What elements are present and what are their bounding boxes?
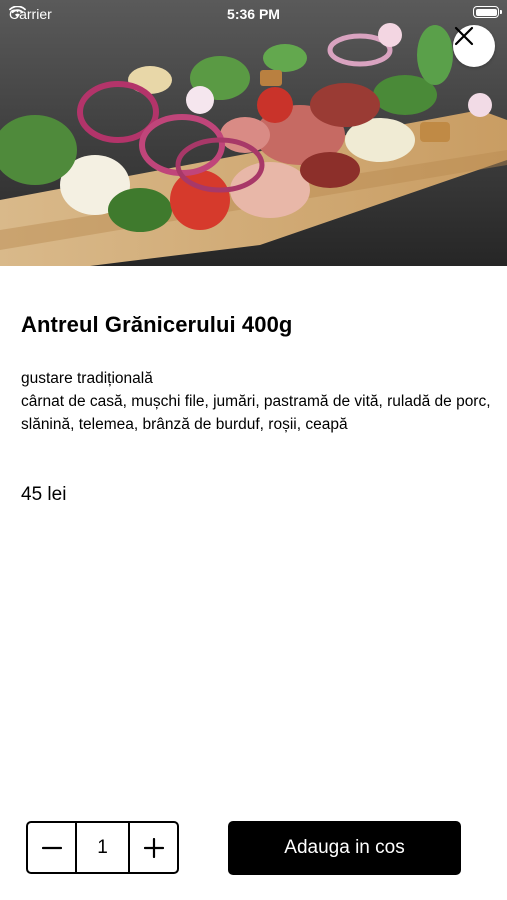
close-button[interactable] xyxy=(453,25,495,67)
product-image: Carrier 5:36 PM xyxy=(0,0,507,266)
close-icon xyxy=(454,26,474,46)
battery-icon xyxy=(473,6,502,18)
quantity-value: 1 xyxy=(75,823,130,872)
product-price: 45 lei xyxy=(21,484,67,505)
battery-level xyxy=(475,8,497,16)
plus-icon xyxy=(143,837,164,858)
product-title: Antreul Grănicerului 400g xyxy=(21,312,293,337)
decrement-button[interactable] xyxy=(28,823,75,872)
add-to-cart-label: Adauga in cos xyxy=(284,837,405,858)
increment-button[interactable] xyxy=(130,823,177,872)
status-bar: Carrier 5:36 PM xyxy=(0,0,507,28)
status-time: 5:36 PM xyxy=(227,6,280,22)
minus-icon xyxy=(41,846,62,849)
quantity-stepper: 1 xyxy=(26,821,179,874)
product-subtitle: gustare tradițională xyxy=(21,370,153,387)
product-ingredients: cârnat de casă, mușchi file, jumări, pas… xyxy=(21,393,491,433)
add-to-cart-button[interactable]: Adauga in cos xyxy=(228,821,461,875)
food-photo xyxy=(0,0,507,266)
